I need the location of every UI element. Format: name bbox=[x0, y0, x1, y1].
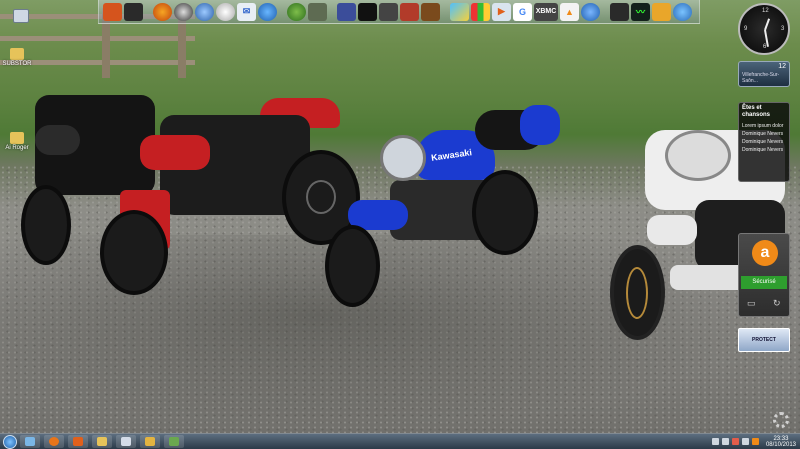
feed-item[interactable]: Lorem ipsum dolor bbox=[742, 122, 786, 130]
disk-icon[interactable] bbox=[337, 2, 356, 21]
taskbar-app-document[interactable] bbox=[116, 435, 136, 448]
desktop-icon-substor[interactable]: SUBSTOR bbox=[0, 48, 34, 67]
clock-hour-hand bbox=[764, 18, 771, 31]
taskbar: 23:33 08/10/2013 bbox=[0, 433, 800, 449]
leaf-icon[interactable] bbox=[287, 2, 306, 21]
settings-icon bbox=[169, 437, 179, 446]
folder-icon bbox=[10, 132, 24, 144]
clock-numeral-3: 3 bbox=[781, 26, 785, 32]
avast-refresh-icon[interactable]: ↻ bbox=[773, 298, 781, 309]
mail-icon[interactable]: ✉ bbox=[237, 2, 256, 21]
document-icon bbox=[121, 437, 131, 446]
tray-volume-icon[interactable] bbox=[721, 438, 729, 445]
edge-icon[interactable] bbox=[258, 2, 277, 21]
media-icon bbox=[73, 437, 83, 446]
vlc-icon[interactable]: ▲ bbox=[560, 2, 579, 21]
taskbar-app-explorer2[interactable] bbox=[140, 435, 160, 448]
weather-gadget[interactable]: 12 Villefranche-Sur-Saôn... bbox=[738, 61, 790, 87]
feed-gadget[interactable]: Êtes et chansons Lorem ipsum dolor Domin… bbox=[738, 102, 790, 182]
avast-gadget[interactable]: a Sécurisé ▭ ↻ bbox=[738, 233, 790, 317]
game-icon[interactable] bbox=[174, 2, 193, 21]
feed-item[interactable]: Dominique Nevers bbox=[742, 130, 786, 138]
gear-icon[interactable] bbox=[773, 412, 789, 428]
start-button[interactable] bbox=[3, 434, 17, 449]
desktop-icon-computer[interactable] bbox=[4, 9, 38, 24]
protect-gadget[interactable]: PROTECT bbox=[738, 328, 790, 352]
folder-icon bbox=[97, 437, 107, 446]
taskbar-date: 08/10/2013 bbox=[765, 441, 796, 448]
tool-icon[interactable] bbox=[610, 2, 629, 21]
tray-network-icon[interactable] bbox=[711, 438, 719, 445]
clock-numeral-12: 12 bbox=[762, 8, 769, 14]
weather-temperature: 12 bbox=[778, 63, 786, 70]
clock-numeral-9: 9 bbox=[744, 26, 748, 32]
taskbar-app-explorer[interactable] bbox=[20, 435, 40, 448]
avast-logo-icon: a bbox=[752, 240, 778, 266]
system-tray: 23:33 08/10/2013 bbox=[711, 434, 796, 449]
folder-icon bbox=[10, 48, 24, 60]
camera-icon[interactable] bbox=[400, 2, 419, 21]
desktop-wallpaper: Kawasaki bbox=[0, 0, 800, 449]
feed-title: Êtes et chansons bbox=[742, 105, 771, 118]
firefox-icon bbox=[49, 437, 59, 446]
explorer2-icon bbox=[145, 437, 155, 446]
book-icon[interactable] bbox=[421, 2, 440, 21]
globe-icon[interactable] bbox=[195, 2, 214, 21]
gallery-icon[interactable] bbox=[308, 2, 327, 21]
quick-launch-toolbar: ✉ ▶ G XBMC ▲ 〰 bbox=[98, 0, 700, 24]
taskbar-app-folder[interactable] bbox=[92, 435, 112, 448]
computer-icon bbox=[13, 9, 29, 23]
tools-icon[interactable] bbox=[379, 2, 398, 21]
xbmc-icon[interactable]: XBMC bbox=[534, 2, 558, 21]
media-icon[interactable] bbox=[124, 2, 143, 21]
tray-flag-icon[interactable] bbox=[731, 438, 739, 445]
desktop-icon-label: SUBSTOR bbox=[2, 61, 32, 67]
taskbar-app-settings[interactable] bbox=[164, 435, 184, 448]
firefox-icon[interactable] bbox=[153, 2, 172, 21]
feed-item[interactable]: Dominique Nevers bbox=[742, 146, 786, 154]
image-icon[interactable] bbox=[450, 2, 469, 21]
spotify-icon[interactable] bbox=[581, 2, 600, 21]
fold-icon[interactable] bbox=[652, 2, 671, 21]
avast-settings-icon[interactable]: ▭ bbox=[747, 298, 756, 309]
weather-location: Villefranche-Sur-Saôn... bbox=[742, 72, 780, 84]
feed-item[interactable]: Dominique Nevers bbox=[742, 138, 786, 146]
play-icon[interactable]: ▶ bbox=[492, 2, 511, 21]
wave-icon[interactable] bbox=[358, 2, 377, 21]
avast-status[interactable]: Sécurisé bbox=[741, 276, 787, 289]
explorer-icon bbox=[25, 437, 35, 446]
desktop-icon-label: Ai Roger bbox=[5, 145, 29, 151]
sticker-icon[interactable] bbox=[103, 2, 122, 21]
photo-icon[interactable] bbox=[216, 2, 235, 21]
tray-antivirus-icon[interactable] bbox=[751, 438, 759, 445]
office-icon[interactable] bbox=[471, 2, 490, 21]
ie-icon[interactable] bbox=[673, 2, 692, 21]
tray-power-icon[interactable] bbox=[741, 438, 749, 445]
blue-kawasaki: Kawasaki bbox=[320, 60, 565, 310]
taskbar-clock[interactable]: 23:33 08/10/2013 bbox=[766, 436, 796, 448]
clock-gadget[interactable]: 12 3 6 9 bbox=[738, 3, 790, 55]
desktop-icon-ai-roger[interactable]: Ai Roger bbox=[0, 132, 34, 151]
google-icon[interactable]: G bbox=[513, 2, 532, 21]
taskbar-app-firefox[interactable] bbox=[44, 435, 64, 448]
taskbar-app-media[interactable] bbox=[68, 435, 88, 448]
monitor-icon[interactable]: 〰 bbox=[631, 2, 650, 21]
